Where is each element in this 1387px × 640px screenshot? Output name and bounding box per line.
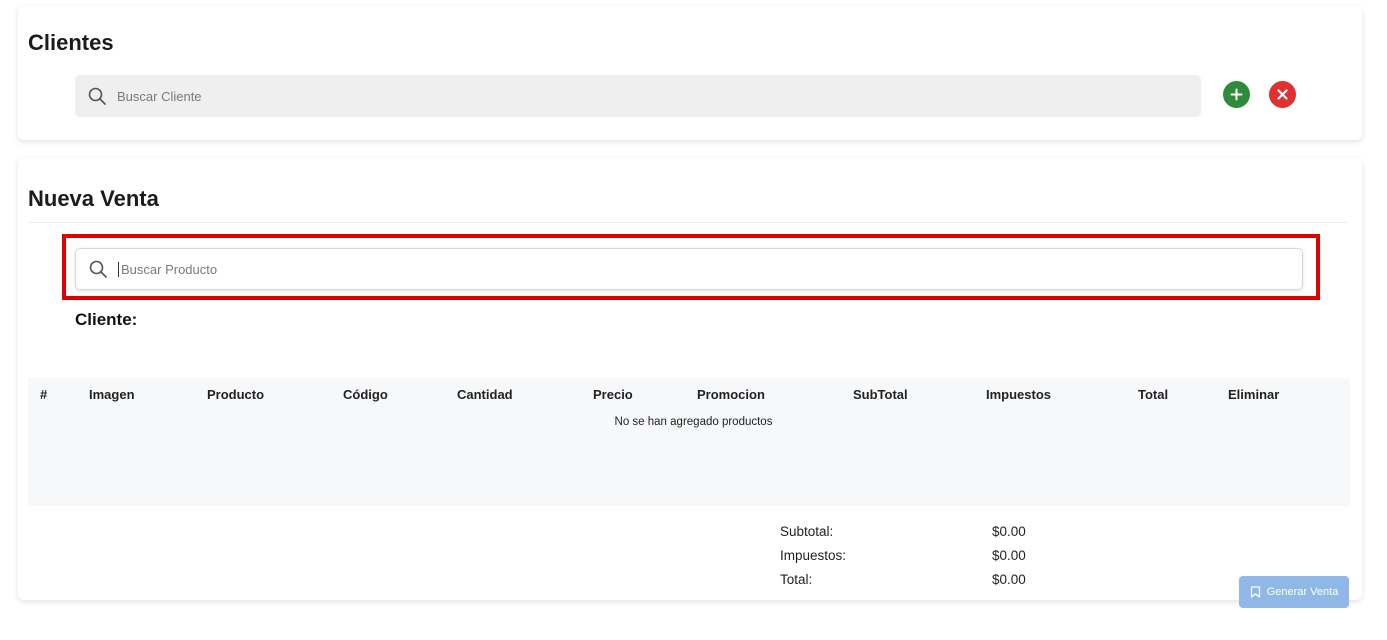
column-header-precio: Precio: [593, 387, 633, 402]
column-header-imagen: Imagen: [89, 387, 135, 402]
clientes-card: [18, 6, 1362, 140]
column-header-number: #: [40, 387, 48, 402]
column-header-eliminar: Eliminar: [1228, 387, 1280, 402]
bookmark-icon: [1250, 586, 1260, 598]
subtotal-value: $0.00: [992, 524, 1026, 539]
impuestos-label: Impuestos:: [780, 548, 847, 563]
column-header-total: Total: [1138, 387, 1169, 402]
client-search-input[interactable]: Buscar Cliente: [75, 75, 1201, 117]
column-header-promocion: Promocion: [697, 387, 765, 402]
generate-sale-button[interactable]: Generar Venta: [1239, 576, 1349, 608]
add-client-button[interactable]: [1223, 81, 1250, 108]
empty-table-message: No se han agregado productos: [614, 416, 773, 428]
column-header-subtotal: SubTotal: [853, 387, 908, 402]
remove-client-button[interactable]: [1269, 81, 1296, 108]
column-header-impuestos: Impuestos: [986, 387, 1052, 402]
total-label: Total:: [780, 572, 813, 587]
product-search-placeholder: Buscar Producto: [121, 261, 218, 277]
column-header-codigo: Código: [343, 387, 388, 402]
search-icon: [89, 260, 107, 278]
close-icon: [1277, 89, 1288, 100]
text-cursor: [118, 261, 119, 277]
client-search-placeholder: Buscar Cliente: [117, 88, 202, 104]
nueva-venta-title: Nueva Venta: [28, 186, 159, 211]
divider: [28, 222, 1348, 223]
impuestos-value: $0.00: [992, 548, 1026, 563]
product-search-input[interactable]: Buscar Producto: [75, 248, 1303, 290]
column-header-producto: Producto: [207, 387, 265, 402]
cliente-label: Cliente:: [75, 310, 138, 329]
column-header-cantidad: Cantidad: [457, 387, 513, 402]
search-icon: [88, 87, 106, 105]
generate-sale-label: Generar Venta: [1266, 586, 1339, 598]
subtotal-label: Subtotal:: [780, 524, 834, 539]
clientes-title: Clientes: [28, 30, 114, 55]
total-value: $0.00: [992, 572, 1026, 587]
plus-icon: [1230, 88, 1243, 101]
